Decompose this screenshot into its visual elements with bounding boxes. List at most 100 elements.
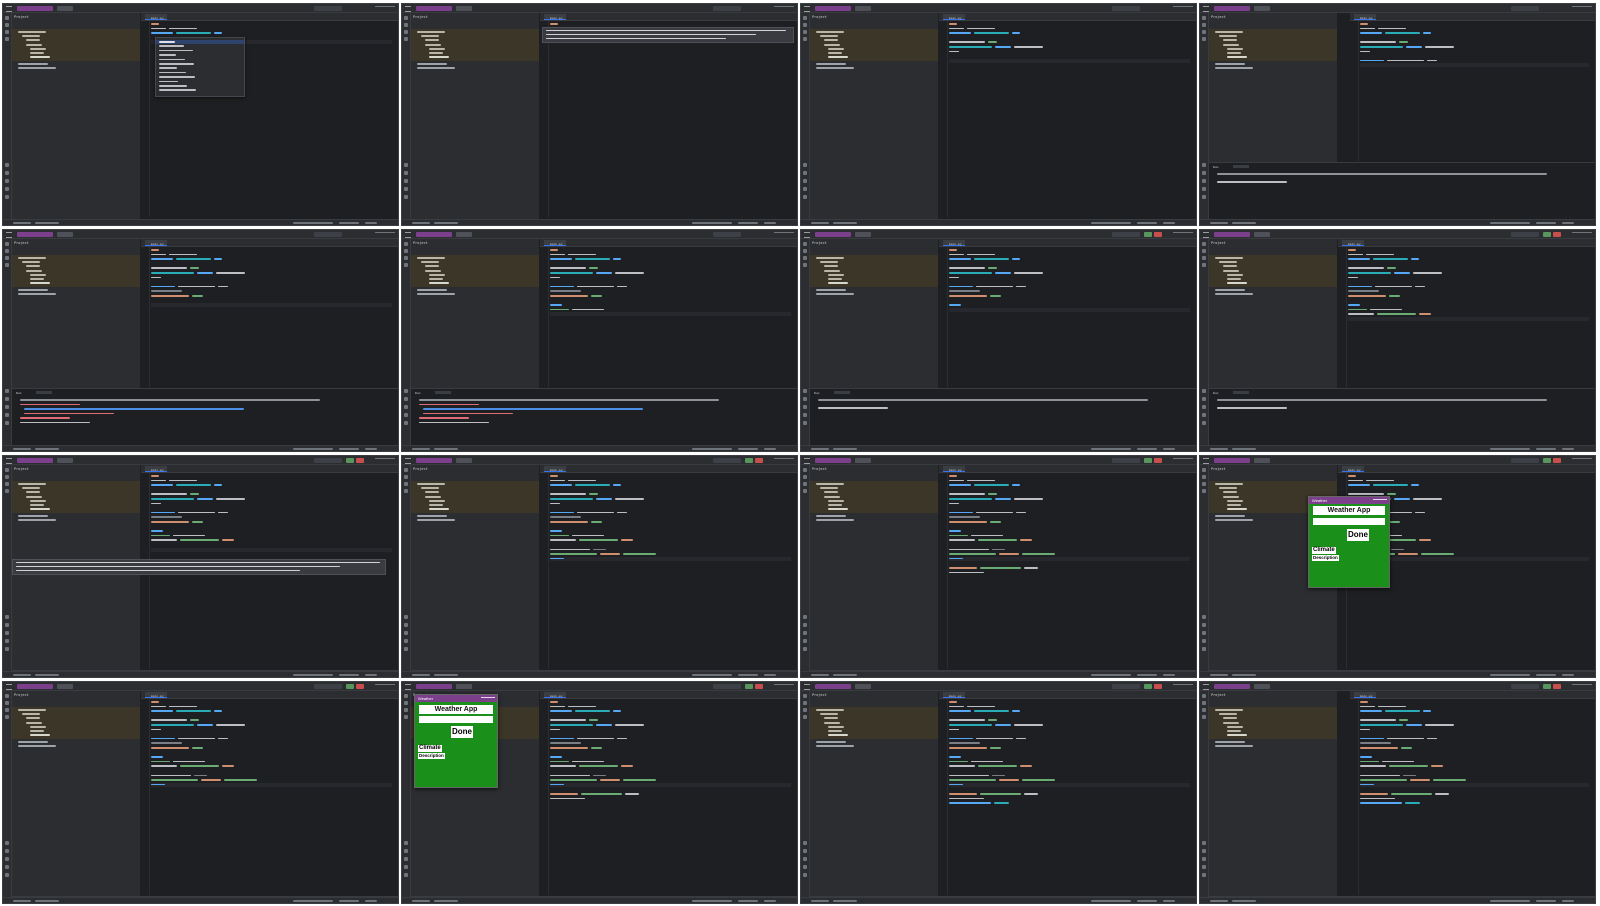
tree-item[interactable]	[816, 515, 846, 517]
run-panel-tab[interactable]: Run	[1213, 165, 1218, 169]
stop-icon[interactable]	[755, 457, 763, 463]
run-configuration[interactable]	[1511, 231, 1539, 237]
editor-tab[interactable]: main.py	[145, 466, 167, 472]
status-item[interactable]	[1562, 899, 1574, 902]
tool-window-icon[interactable]	[5, 37, 9, 41]
tool-window-icon[interactable]	[803, 171, 807, 175]
tool-window-icon[interactable]	[404, 873, 408, 877]
run-panel-tab[interactable]: Run	[814, 391, 819, 395]
project-tree[interactable]	[810, 481, 938, 513]
tool-window-icon[interactable]	[404, 187, 408, 191]
run-config-tab[interactable]	[1233, 165, 1249, 168]
status-item[interactable]	[365, 221, 377, 224]
tool-window-icon[interactable]	[1202, 187, 1206, 191]
tree-item[interactable]	[26, 43, 42, 46]
tool-window-icon[interactable]	[5, 413, 9, 417]
tool-window-icon[interactable]	[1202, 37, 1206, 41]
window-controls[interactable]	[1173, 232, 1193, 237]
tree-item[interactable]	[429, 282, 449, 285]
tree-item[interactable]	[1215, 67, 1253, 69]
tool-window-icon[interactable]	[803, 405, 807, 409]
stop-icon[interactable]	[1553, 457, 1561, 463]
run-panel-tab[interactable]: Run	[415, 391, 420, 395]
tree-item[interactable]	[18, 31, 46, 33]
tool-window-icon[interactable]	[5, 849, 9, 853]
project-selector[interactable]	[1214, 683, 1250, 689]
tool-window-icon[interactable]	[404, 23, 408, 27]
tree-item[interactable]	[417, 483, 445, 485]
tree-item[interactable]	[824, 491, 838, 494]
tree-item[interactable]	[1215, 709, 1243, 711]
tree-item[interactable]	[18, 515, 48, 517]
status-item[interactable]	[1232, 673, 1256, 676]
tool-window-icon[interactable]	[803, 468, 807, 472]
status-item[interactable]	[692, 673, 732, 676]
project-tree[interactable]	[1209, 255, 1337, 287]
tool-window-icon[interactable]	[404, 249, 408, 253]
tool-window-icon[interactable]	[404, 708, 408, 712]
tree-item[interactable]	[30, 508, 50, 511]
status-item[interactable]	[339, 899, 359, 902]
status-item[interactable]	[1210, 899, 1228, 902]
tool-window-icon[interactable]	[803, 489, 807, 493]
tree-item[interactable]	[26, 491, 40, 494]
code-editor[interactable]: main.py	[540, 239, 797, 387]
run-icon[interactable]	[1144, 457, 1152, 463]
tool-window-icon[interactable]	[5, 171, 9, 175]
tree-item[interactable]	[816, 63, 846, 65]
tree-item[interactable]	[26, 269, 42, 272]
status-item[interactable]	[1163, 673, 1175, 676]
tree-item[interactable]	[1223, 491, 1237, 494]
code-area[interactable]	[550, 475, 791, 665]
run-configuration[interactable]	[1511, 5, 1539, 11]
run-configuration[interactable]	[713, 231, 741, 237]
tree-item[interactable]	[30, 725, 46, 728]
tree-item[interactable]	[417, 515, 447, 517]
status-item[interactable]	[365, 899, 377, 902]
tree-item[interactable]	[816, 31, 844, 33]
status-item[interactable]	[412, 673, 430, 676]
tool-window-icon[interactable]	[1202, 865, 1206, 869]
tool-window-icon[interactable]	[5, 421, 9, 425]
tree-item[interactable]	[30, 47, 46, 50]
code-editor[interactable]: main.py	[540, 465, 797, 669]
status-item[interactable]	[293, 899, 333, 902]
run-configuration[interactable]	[314, 457, 342, 463]
tool-window-icon[interactable]	[803, 694, 807, 698]
tool-window-icon[interactable]	[803, 37, 807, 41]
status-item[interactable]	[1536, 673, 1556, 676]
status-item[interactable]	[1562, 673, 1574, 676]
code-editor[interactable]: main.py	[1350, 13, 1595, 161]
project-tree[interactable]	[411, 29, 539, 61]
tree-item[interactable]	[1219, 487, 1237, 490]
tree-item[interactable]	[421, 487, 439, 490]
tool-window-icon[interactable]	[5, 163, 9, 167]
tree-item[interactable]	[820, 261, 838, 264]
tool-window-icon[interactable]	[1202, 256, 1206, 260]
run-configuration[interactable]	[1511, 683, 1539, 689]
branch-selector[interactable]	[855, 231, 871, 237]
tree-item[interactable]	[828, 725, 844, 728]
tool-window-icon[interactable]	[803, 701, 807, 705]
editor-tab[interactable]: main.py	[1342, 240, 1364, 246]
tool-window-icon[interactable]	[803, 849, 807, 853]
tree-item[interactable]	[1227, 273, 1243, 276]
tree-item[interactable]	[828, 734, 848, 737]
tree-item[interactable]	[22, 713, 40, 716]
tool-window-icon[interactable]	[803, 841, 807, 845]
tree-item[interactable]	[30, 282, 50, 285]
code-area[interactable]	[1360, 701, 1589, 891]
tool-window-icon[interactable]	[5, 857, 9, 861]
status-item[interactable]	[293, 447, 333, 450]
run-icon[interactable]	[1543, 683, 1551, 689]
stop-icon[interactable]	[356, 457, 364, 463]
window-controls[interactable]	[774, 684, 794, 689]
completion-item[interactable]	[159, 54, 176, 56]
project-selector[interactable]	[17, 457, 53, 463]
hamburger-menu-icon[interactable]	[405, 6, 411, 12]
hamburger-menu-icon[interactable]	[405, 458, 411, 464]
tool-window-icon[interactable]	[1202, 389, 1206, 393]
status-item[interactable]	[738, 899, 758, 902]
tree-item[interactable]	[425, 495, 441, 498]
code-area[interactable]	[550, 701, 791, 891]
